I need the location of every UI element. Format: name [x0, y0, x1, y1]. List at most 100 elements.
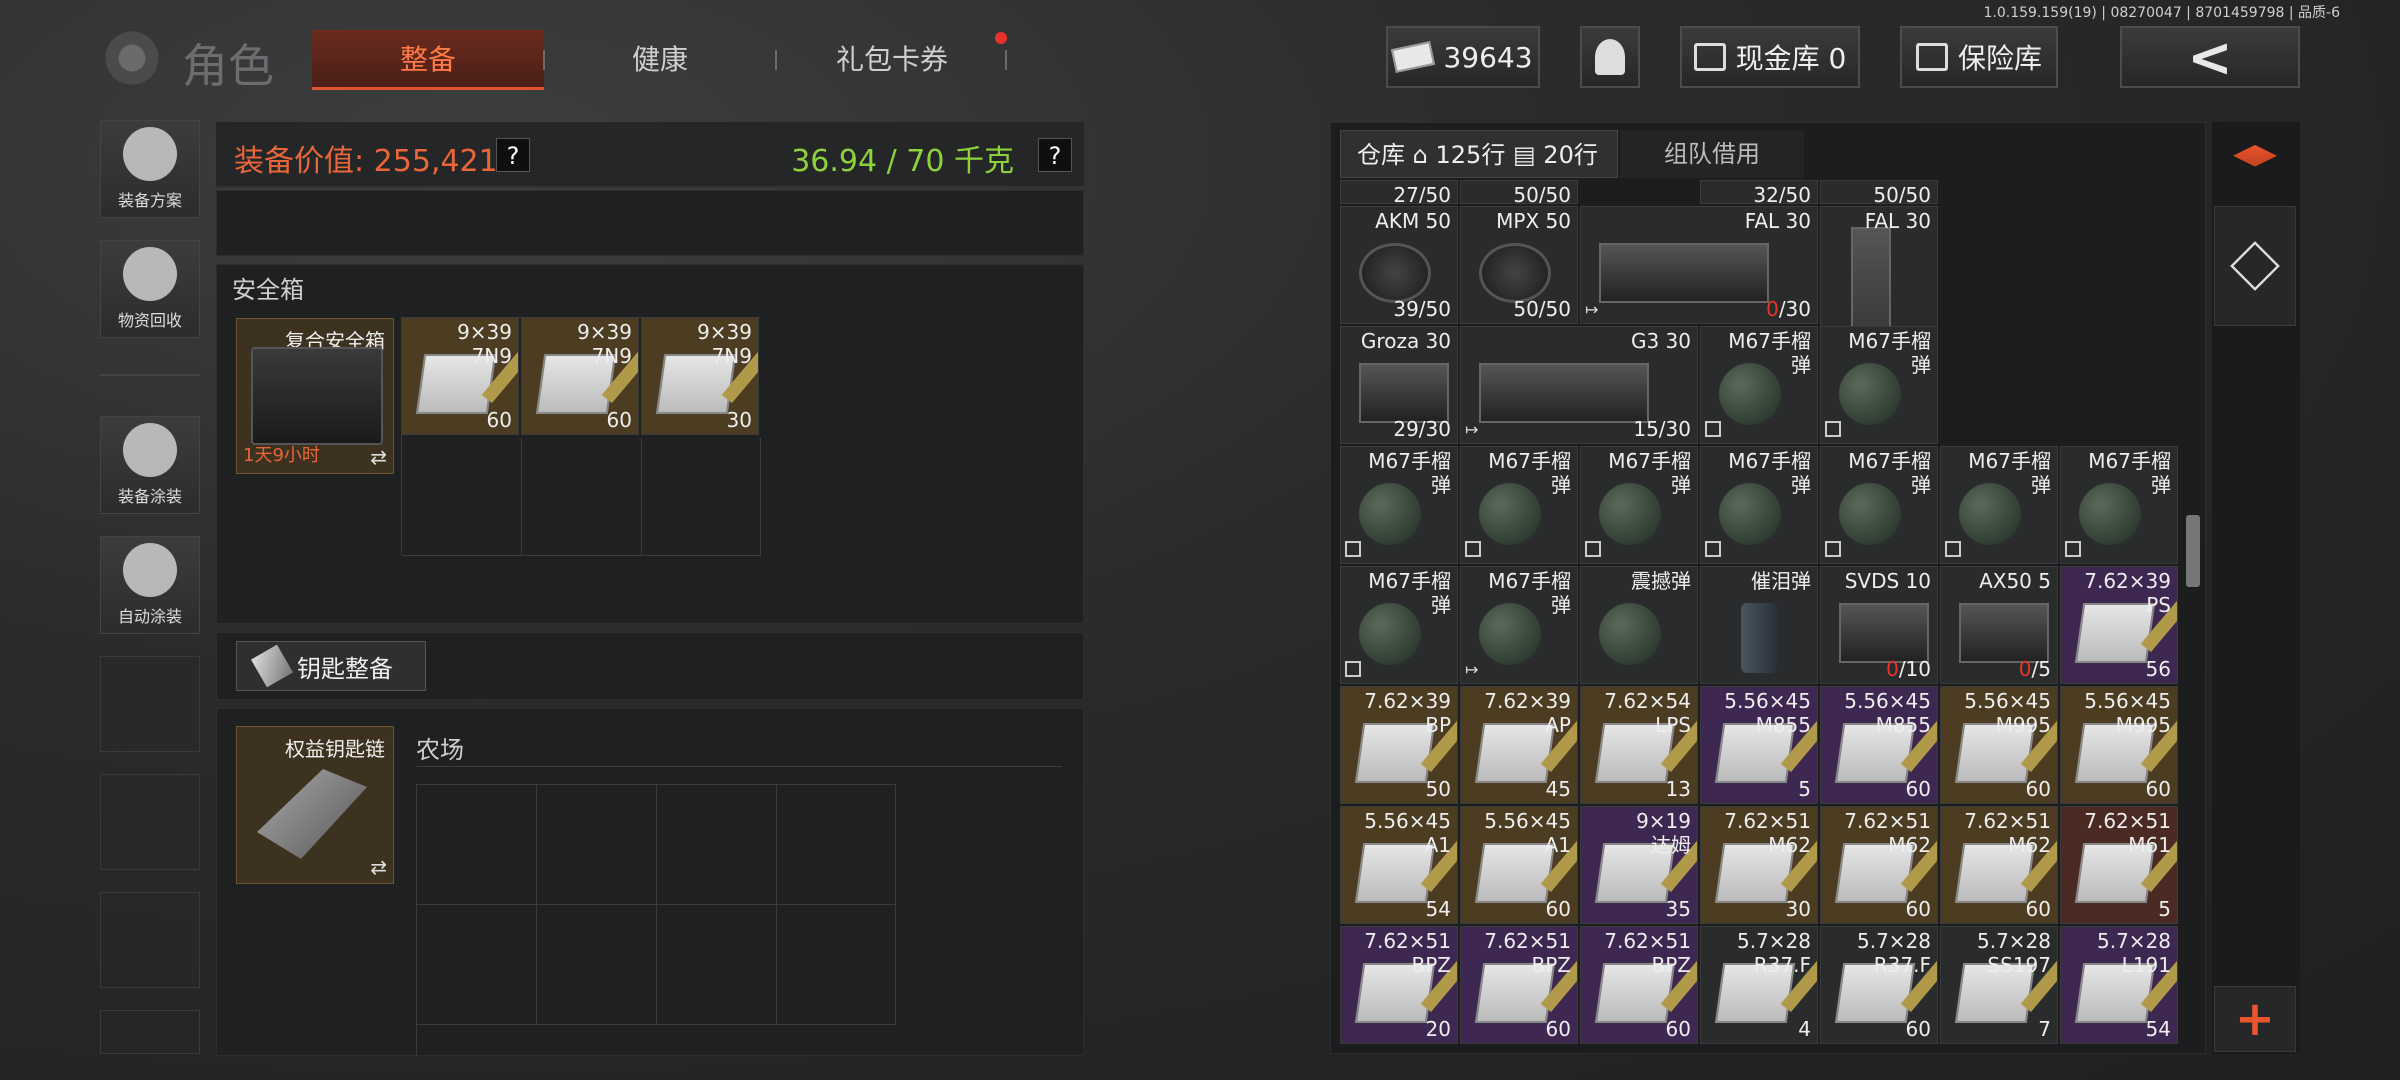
- safe-ammo-slot[interactable]: 9×39 7N9 60: [401, 317, 519, 435]
- key-chain-item[interactable]: 权益钥匙链 ⇄: [236, 726, 394, 884]
- equipment-value-bar: 装备价值: 255,421 ? 36.94 / 70 千克 ?: [216, 122, 1084, 188]
- tab-equipment[interactable]: 整备: [312, 30, 544, 90]
- item-count: 5: [2158, 897, 2171, 921]
- empty-slot[interactable]: [417, 905, 537, 1025]
- warehouse-item[interactable]: M67手榴 弹: [1580, 446, 1698, 564]
- warehouse-item[interactable]: 5.56×45 M855 60: [1820, 686, 1938, 804]
- warehouse-item[interactable]: 5.56×45 A1 60: [1460, 806, 1578, 924]
- warehouse-item[interactable]: 7.62×51 M62 60: [1820, 806, 1938, 924]
- store-all-button[interactable]: [2214, 206, 2296, 326]
- warehouse-item[interactable]: M67手榴 弹: [1820, 446, 1938, 564]
- empty-slot[interactable]: [777, 785, 896, 905]
- sidebar-recycle[interactable]: 物资回收: [100, 240, 200, 338]
- warehouse-item[interactable]: 5.7×28 R37.F 4: [1700, 926, 1818, 1044]
- item-name: 7.62×51 BPZ: [1604, 929, 1691, 977]
- warehouse-item[interactable]: Groza 30 29/30: [1340, 326, 1458, 444]
- warehouse-item[interactable]: 7.62×51 BPZ 60: [1580, 926, 1698, 1044]
- warehouse-scrollbar[interactable]: [2186, 515, 2200, 587]
- partial-item-row[interactable]: 50/50: [1820, 180, 1938, 204]
- cash-vault-button[interactable]: 现金库 0: [1680, 26, 1860, 88]
- sort-button[interactable]: [2214, 122, 2296, 204]
- warehouse-item[interactable]: 7.62×39 BP 50: [1340, 686, 1458, 804]
- safe-ammo-slot[interactable]: 9×39 7N9 60: [521, 317, 639, 435]
- sidebar-equip-plan[interactable]: 装备方案: [100, 120, 200, 218]
- warehouse-item[interactable]: 5.56×45 M995 60: [1940, 686, 2058, 804]
- tab-gift-coupons[interactable]: 礼包卡券: [800, 30, 984, 90]
- warehouse-item[interactable]: 7.62×51 BPZ 20: [1340, 926, 1458, 1044]
- warehouse-item[interactable]: 5.7×28 SS197 7: [1940, 926, 2058, 1044]
- warehouse-item[interactable]: 9×19 达姆 35: [1580, 806, 1698, 924]
- item-count: 60: [486, 408, 512, 432]
- safe-box-item[interactable]: 复合安全箱 1天9小时 ⇄: [236, 318, 394, 474]
- warehouse-item[interactable]: 7.62×39 AP 45: [1460, 686, 1578, 804]
- item-name: M67手榴 弹: [1368, 449, 1451, 497]
- warehouse-item[interactable]: 7.62×51 M62 30: [1700, 806, 1818, 924]
- cube-tag-icon: [1465, 541, 1481, 557]
- warehouse-item[interactable]: 7.62×39 PS 56: [2060, 566, 2178, 684]
- warehouse-item[interactable]: 震撼弹: [1580, 566, 1698, 684]
- warehouse-item[interactable]: 5.56×45 M855 5: [1700, 686, 1818, 804]
- warehouse-item[interactable]: AKM 50 39/50: [1340, 206, 1458, 324]
- warehouse-item[interactable]: FAL 30 0/30 ↦: [1580, 206, 1818, 324]
- empty-slot[interactable]: [657, 905, 777, 1025]
- back-button[interactable]: <: [2120, 26, 2300, 89]
- cube-tag-icon: [1345, 541, 1361, 557]
- empty-slot[interactable]: [402, 438, 522, 556]
- empty-slot[interactable]: [777, 905, 896, 1025]
- customer-service-button[interactable]: [1580, 26, 1640, 88]
- warehouse-item[interactable]: MPX 50 50/50: [1460, 206, 1578, 324]
- warehouse-item[interactable]: 催泪弹: [1700, 566, 1818, 684]
- warehouse-item[interactable]: AX50 5 0/5: [1940, 566, 2058, 684]
- partial-item-row[interactable]: 32/50: [1700, 180, 1818, 204]
- cube-tag-icon: [1705, 541, 1721, 557]
- empty-slot[interactable]: [657, 785, 777, 905]
- empty-slot[interactable]: [537, 785, 657, 905]
- warehouse-item[interactable]: 5.7×28 L191 54: [2060, 926, 2178, 1044]
- warehouse-item[interactable]: SVDS 10 0/10: [1820, 566, 1938, 684]
- key-equipment-label: 钥匙整备: [297, 654, 393, 683]
- swap-icon[interactable]: ⇄: [370, 445, 387, 469]
- warehouse-item[interactable]: M67手榴 弹: [1700, 446, 1818, 564]
- warehouse-item[interactable]: 5.7×28 R37.F 60: [1820, 926, 1938, 1044]
- item-name: AKM 50: [1375, 209, 1451, 233]
- insurance-vault-button[interactable]: 保险库: [1900, 26, 2058, 88]
- sidebar-auto-skin[interactable]: 自动涂装: [100, 536, 200, 634]
- currency-display[interactable]: 39643: [1386, 26, 1540, 88]
- empty-slot[interactable]: [537, 905, 657, 1025]
- empty-slot[interactable]: [522, 438, 642, 556]
- warehouse-item[interactable]: M67手榴 弹 ↦: [1460, 566, 1578, 684]
- warehouse-item[interactable]: 7.62×51 M62 60: [1940, 806, 2058, 924]
- add-button[interactable]: +: [2214, 986, 2296, 1052]
- safe-ammo-slot[interactable]: 9×39 7N9 30: [641, 317, 759, 435]
- empty-slot[interactable]: [417, 785, 537, 905]
- partial-item-row[interactable]: 27/50: [1340, 180, 1458, 204]
- partial-item-row[interactable]: 50/50: [1460, 180, 1578, 204]
- warehouse-item[interactable]: M67手榴 弹: [1820, 326, 1938, 444]
- warehouse-item[interactable]: M67手榴 弹: [1940, 446, 2058, 564]
- tab-health[interactable]: 健康: [580, 30, 740, 90]
- warehouse-item[interactable]: M67手榴 弹: [2060, 446, 2178, 564]
- warehouse-item[interactable]: 5.56×45 M995 60: [2060, 686, 2178, 804]
- help-button[interactable]: ?: [1038, 138, 1072, 172]
- item-count: 50: [1425, 777, 1451, 801]
- drum-mag-icon: [1479, 243, 1551, 303]
- warehouse-item[interactable]: M67手榴 弹: [1340, 566, 1458, 684]
- warehouse-item[interactable]: M67手榴 弹: [1700, 326, 1818, 444]
- tab-team-borrow[interactable]: 组队借用: [1620, 130, 1804, 178]
- sidebar-equip-skin[interactable]: 装备涂装: [100, 416, 200, 514]
- tab-warehouse[interactable]: 仓库 ⌂ 125行 ▤ 20行: [1340, 130, 1618, 178]
- helmet-grid-icon: [123, 127, 177, 181]
- key-equipment-button[interactable]: 钥匙整备: [236, 641, 426, 691]
- swap-icon[interactable]: ⇄: [370, 855, 387, 879]
- help-button[interactable]: ?: [496, 138, 530, 172]
- warehouse-item[interactable]: M67手榴 弹: [1460, 446, 1578, 564]
- magazine-icon: [1599, 243, 1769, 303]
- warehouse-item[interactable]: 7.62×54 LPS 13: [1580, 686, 1698, 804]
- warehouse-item[interactable]: M67手榴 弹: [1340, 446, 1458, 564]
- warehouse-item[interactable]: 5.56×45 A1 54: [1340, 806, 1458, 924]
- warehouse-item[interactable]: 7.62×51 M61 5: [2060, 806, 2178, 924]
- expiry-timer: 1天9小时: [243, 445, 320, 466]
- warehouse-item[interactable]: G3 30 15/30 ↦: [1460, 326, 1698, 444]
- warehouse-item[interactable]: 7.62×51 BPZ 60: [1460, 926, 1578, 1044]
- empty-slot[interactable]: [642, 438, 761, 556]
